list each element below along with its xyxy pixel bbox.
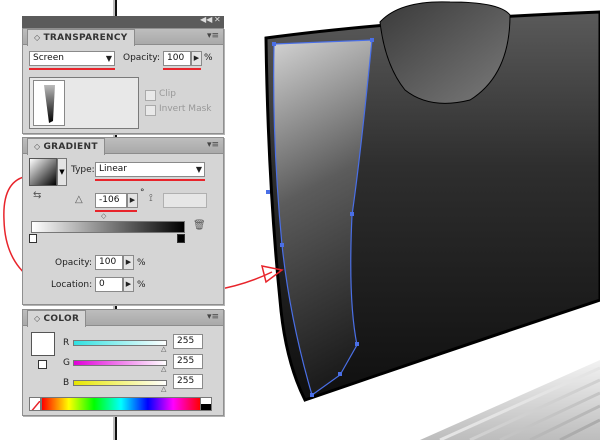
gradient-swatch-preview[interactable] (29, 158, 57, 186)
annotation-underline (163, 68, 201, 70)
clip-checkbox[interactable] (145, 90, 156, 101)
red-slider-handle-icon[interactable]: △ (161, 345, 166, 353)
gradient-titlebar: ◇ GRADIENT ▾≡ (23, 138, 223, 155)
transparency-panel: ◇ TRANSPARENCY ▾≡ Screen ▼ Opacity: 100 ▶… (22, 28, 224, 134)
opacity-label: Opacity: (123, 53, 160, 63)
object-thumbnail[interactable] (33, 80, 65, 126)
location-arrow-button[interactable]: ▶ (123, 277, 134, 292)
gradient-tab[interactable]: ◇ GRADIENT (27, 138, 105, 155)
chevron-down-icon: ▼ (195, 165, 202, 174)
blue-channel-slider[interactable] (73, 380, 167, 386)
stroke-color-swatch[interactable] (38, 360, 47, 369)
green-channel-slider[interactable] (73, 360, 167, 366)
red-channel-input[interactable]: 255 (173, 334, 203, 349)
red-channel-label: R (63, 338, 70, 348)
green-slider-handle-icon[interactable]: △ (161, 365, 166, 373)
blue-slider-handle-icon[interactable]: △ (161, 385, 166, 393)
aspect-ratio-input[interactable] (163, 193, 207, 208)
midpoint-diamond-icon[interactable]: ◇ (101, 212, 106, 220)
location-label: Location: (51, 280, 93, 290)
stop-opacity-arrow-button[interactable]: ▶ (123, 255, 134, 270)
color-titlebar: ◇ COLOR ▾≡ (23, 310, 223, 327)
invert-mask-label: Invert Mask (159, 104, 212, 114)
green-channel-label: G (63, 358, 70, 368)
mask-thumbnail-area (29, 77, 139, 129)
panel-dock-strip: ◀◀ ✕ (22, 15, 224, 28)
gradient-slider[interactable] (31, 221, 185, 233)
gradient-type-label: Type: (71, 165, 95, 175)
gradient-type-value: Linear (99, 164, 127, 174)
fill-color-swatch[interactable] (31, 332, 55, 356)
panel-menu-icon[interactable]: ▾≡ (207, 31, 219, 41)
location-unit: % (137, 280, 146, 290)
panel-collapse-icon[interactable]: ◇ (34, 33, 40, 42)
invert-mask-checkbox[interactable] (145, 105, 156, 116)
collapse-dock-icon[interactable]: ◀◀ (200, 15, 212, 24)
color-panel: ◇ COLOR ▾≡ R △ 255 G △ 255 B △ 255 (22, 309, 224, 416)
angle-unit: ° (140, 188, 145, 198)
panel-menu-icon[interactable]: ▾≡ (207, 140, 219, 150)
panel-collapse-icon[interactable]: ◇ (34, 314, 40, 323)
blue-channel-input[interactable]: 255 (173, 374, 203, 389)
green-channel-input[interactable]: 255 (173, 354, 203, 369)
none-color-swatch[interactable] (29, 397, 41, 411)
gradient-title: GRADIENT (43, 142, 98, 152)
blend-mode-value: Screen (33, 53, 64, 63)
stop-opacity-unit: % (137, 258, 146, 268)
transparency-titlebar: ◇ TRANSPARENCY ▾≡ (23, 29, 223, 46)
annotation-underline (95, 179, 205, 181)
transparency-tab[interactable]: ◇ TRANSPARENCY (27, 29, 135, 46)
opacity-unit: % (204, 53, 213, 63)
blue-channel-label: B (63, 378, 70, 388)
chevron-down-icon: ▼ (105, 54, 112, 63)
stop-opacity-input[interactable]: 100 (95, 255, 123, 270)
gradient-stop-black[interactable] (177, 234, 185, 243)
clip-label: Clip (159, 89, 176, 99)
trash-icon[interactable]: 🗑 (193, 220, 206, 231)
floor-stripes (420, 360, 600, 440)
opacity-input[interactable]: 100 (163, 51, 191, 66)
color-spectrum-bar[interactable] (41, 397, 201, 411)
annotation-underline (29, 68, 115, 70)
angle-arrow-button[interactable]: ▶ (127, 193, 138, 208)
gradient-type-select[interactable]: Linear ▼ (95, 162, 205, 177)
color-tab[interactable]: ◇ COLOR (27, 310, 87, 327)
panel-menu-icon[interactable]: ▾≡ (207, 312, 219, 322)
stop-opacity-label: Opacity: (55, 258, 92, 268)
angle-input[interactable]: -106 (95, 193, 127, 208)
gradient-swatch-dropdown-icon[interactable]: ▼ (57, 158, 67, 186)
reverse-gradient-icon[interactable]: ⇆ (33, 190, 41, 201)
black-white-swatch[interactable] (200, 397, 212, 411)
location-input[interactable]: 0 (95, 277, 123, 292)
aspect-ratio-icon: ⟟ (149, 193, 153, 204)
blend-mode-select[interactable]: Screen ▼ (29, 51, 115, 66)
gradient-panel: ◇ GRADIENT ▾≡ ▼ Type: Linear ▼ ⇆ △ -106 ▶… (22, 137, 224, 305)
angle-icon: △ (75, 194, 83, 205)
red-channel-slider[interactable] (73, 340, 167, 346)
color-title: COLOR (43, 314, 80, 324)
transparency-title: TRANSPARENCY (43, 33, 128, 43)
panel-collapse-icon[interactable]: ◇ (34, 142, 40, 151)
close-dock-icon[interactable]: ✕ (214, 15, 221, 24)
gradient-stop-white[interactable] (29, 234, 37, 243)
opacity-arrow-button[interactable]: ▶ (191, 51, 202, 66)
